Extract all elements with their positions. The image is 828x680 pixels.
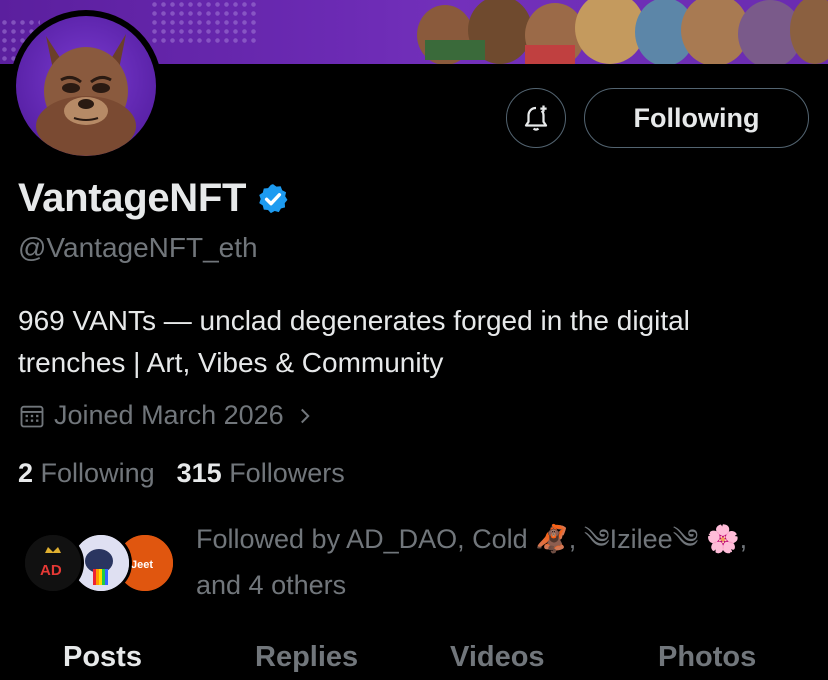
profile-stats: 2 Following 315 Followers xyxy=(18,458,367,489)
mutual-avatar-1[interactable]: AD xyxy=(22,532,84,594)
separator: , xyxy=(568,524,584,554)
profile-handle: @VantageNFT_eth xyxy=(18,232,258,263)
followers-label: Followers xyxy=(229,458,345,488)
bell-plus-icon xyxy=(524,105,548,131)
display-name: VantageNFT xyxy=(18,176,247,220)
tab-posts[interactable]: Posts xyxy=(63,641,142,674)
notifications-button[interactable] xyxy=(506,88,566,148)
chevron-right-icon xyxy=(300,408,310,423)
followed-by-text[interactable]: Followed by AD_DAO, Cold 🦧, ༄Izilee༄ 🌸, … xyxy=(196,516,816,608)
joined-date-row[interactable]: Joined March 2026 xyxy=(18,400,324,431)
verified-badge-icon[interactable] xyxy=(256,182,290,216)
bio-line-2: trenches | Art, Vibes & Community xyxy=(18,347,444,378)
profile-tabs: Posts Replies Videos Photos xyxy=(0,636,828,680)
bio-line-1: 969 VANTs — unclad degenerates forged in… xyxy=(18,305,690,336)
following-button-label: Following xyxy=(633,102,760,133)
following-label: Following xyxy=(40,458,155,488)
following-count-link[interactable]: 2 Following xyxy=(18,458,155,489)
followed-by-line-2: and 4 others xyxy=(196,570,347,600)
separator-comma: , xyxy=(739,524,748,554)
followed-by-line-1: Followed by AD_DAO, Cold 🦧, ༄Izilee༄ 🌸, xyxy=(196,516,816,562)
ad-dao-avatar-text: AD xyxy=(40,562,62,579)
profile-bio: 969 VANTs — unclad degenerates forged in… xyxy=(18,300,818,384)
tab-replies[interactable]: Replies xyxy=(255,641,358,674)
tab-videos[interactable]: Videos xyxy=(450,641,545,674)
followers-count: 315 xyxy=(176,458,222,488)
jeet-avatar-text: Jeet xyxy=(131,559,153,571)
calendar-icon xyxy=(20,405,44,427)
tab-photos[interactable]: Photos xyxy=(658,641,756,674)
profile-avatar[interactable] xyxy=(10,10,162,162)
banner-artwork xyxy=(417,0,828,64)
profile-name-row: VantageNFT xyxy=(18,176,290,221)
ad-dao-avatar-image: AD xyxy=(25,535,81,591)
bear-avatar-image xyxy=(36,34,136,156)
following-count: 2 xyxy=(18,458,34,488)
followed-by-prefix: Followed by AD_DAO, Cold xyxy=(196,524,528,554)
emoji-orangutan: 🦧 xyxy=(535,524,569,554)
joined-date-text: Joined March 2026 xyxy=(54,400,284,430)
following-button[interactable]: Following xyxy=(584,88,809,148)
emoji-flower: 🌸 xyxy=(705,524,740,554)
banner-dot-pattern xyxy=(150,0,260,45)
followers-count-link[interactable]: 315 Followers xyxy=(177,458,345,489)
follower-name-izilee: ༄Izilee༄ xyxy=(583,524,699,554)
